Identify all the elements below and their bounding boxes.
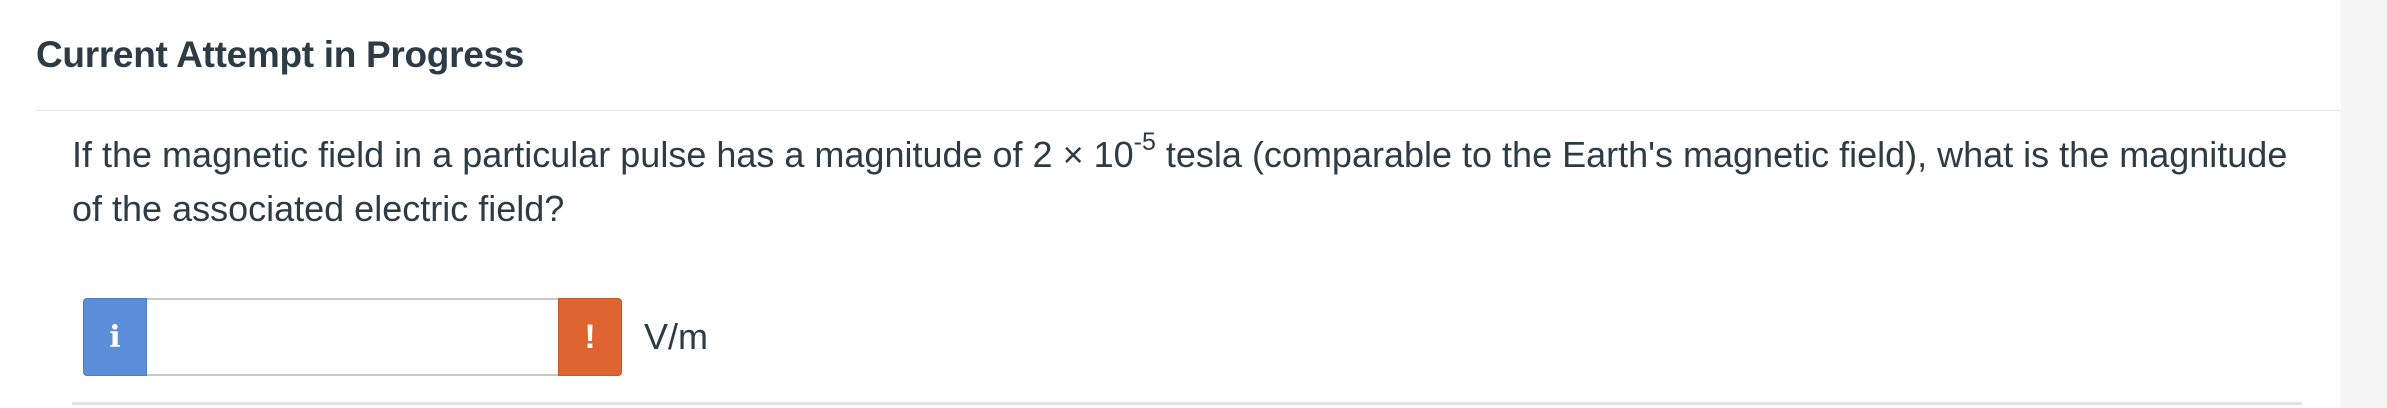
exclamation-icon[interactable]: ! <box>558 298 622 376</box>
answer-input[interactable] <box>147 298 558 376</box>
warning-glyph: ! <box>584 317 596 356</box>
bottom-divider <box>72 402 2302 405</box>
question-exponent: -5 <box>1133 128 1156 156</box>
question-text: If the magnetic field in a particular pu… <box>72 128 2312 236</box>
header-divider <box>36 110 2341 111</box>
info-glyph: i <box>109 319 121 355</box>
question-panel: Current Attempt in Progress If the magne… <box>0 0 2387 408</box>
question-text-before: If the magnetic field in a particular pu… <box>72 134 1134 175</box>
page-title: Current Attempt in Progress <box>36 34 525 75</box>
unit-label: V/m <box>644 316 709 357</box>
info-icon[interactable]: i <box>83 298 147 376</box>
right-margin <box>2341 0 2387 408</box>
answer-row: i ! V/m <box>83 297 708 377</box>
